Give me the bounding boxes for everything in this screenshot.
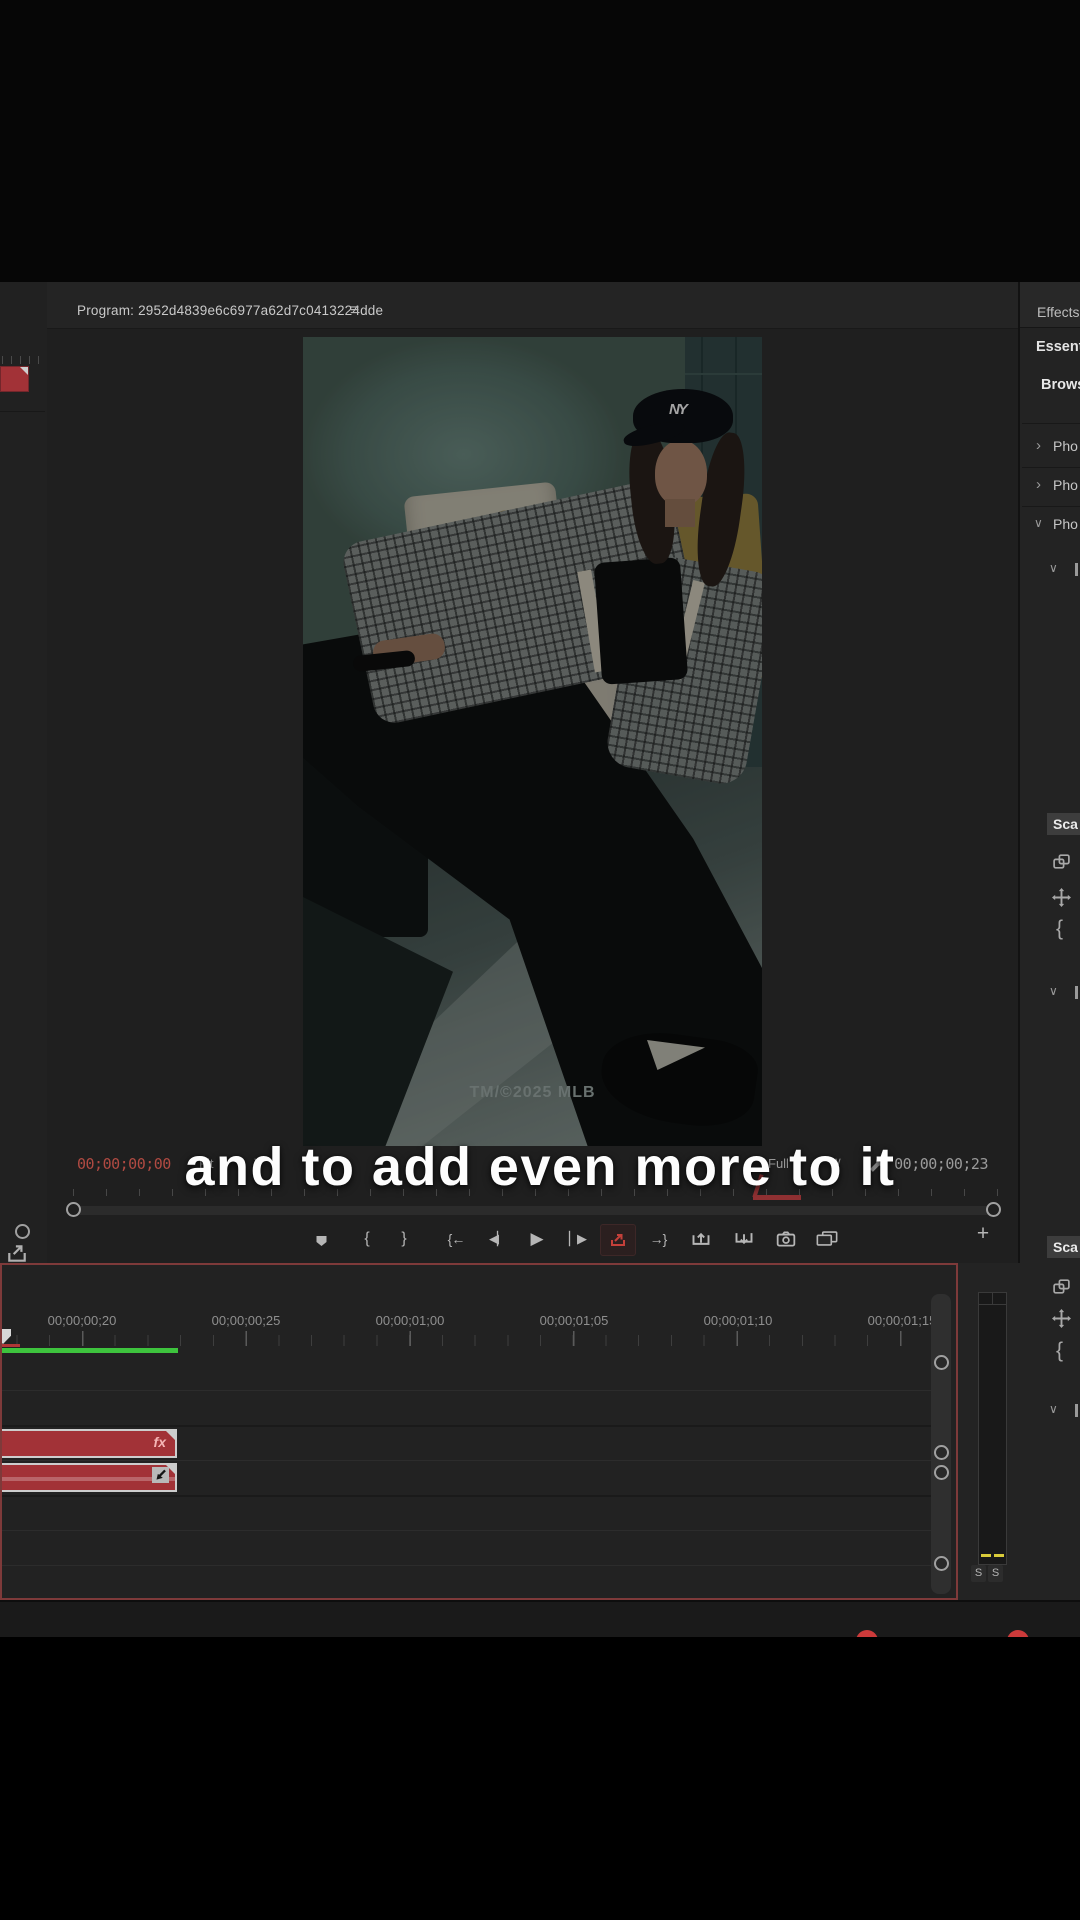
track-divider: [2, 1565, 932, 1566]
track-divider: [2, 1460, 932, 1461]
mini-ruler-ticks: [2, 356, 42, 364]
meter-header-split: [992, 1293, 993, 1304]
screen: Program: 2952d4839e6c6977a62d7c0413224dd…: [0, 0, 1080, 1920]
burned-in-caption: and to add even more to it: [0, 1136, 1080, 1198]
time-ruler-major-ticks: [2, 1331, 932, 1346]
panel-menu-icon[interactable]: ≡: [350, 302, 359, 320]
track-divider: [2, 1425, 932, 1427]
lift-button[interactable]: [691, 1231, 711, 1246]
goto-in-button[interactable]: {←: [439, 1224, 473, 1254]
monitor-zoom-bar[interactable]: [73, 1206, 1000, 1215]
video-preview: NY TM/©2025 MLB: [303, 337, 762, 1146]
essential-graphics-heading: Essentia: [1036, 339, 1080, 355]
render-bar-red: [2, 1344, 20, 1347]
mark-out-button[interactable]: }: [387, 1224, 421, 1254]
zoom-handle-left[interactable]: [66, 1202, 81, 1217]
brace-icon[interactable]: {: [1056, 1339, 1063, 1363]
step-forward-button[interactable]: ▏▶: [560, 1224, 594, 1254]
clip-fold-corner: [20, 367, 28, 375]
track-handle[interactable]: [934, 1465, 949, 1480]
track-divider: [2, 1530, 932, 1531]
timeline-clip-graphic[interactable]: fx: [0, 1429, 177, 1458]
nested-row-chevron[interactable]: ∨: [1049, 561, 1058, 575]
nested-row-label: [1075, 563, 1078, 576]
audio-meter-panel: S S: [958, 1263, 1020, 1600]
tab-effects[interactable]: Effects: [1037, 304, 1080, 320]
track-divider: [2, 1390, 932, 1391]
timeline-panel: 00;00;00;20 00;00;00;25 00;00;01;00 00;0…: [0, 1263, 958, 1600]
quick-export-button[interactable]: [600, 1224, 636, 1256]
ruler-label: 00;00;01;00: [350, 1313, 470, 1328]
export-red-icon: [609, 1232, 627, 1248]
transform-squares-icon[interactable]: [1052, 853, 1071, 870]
ruler-label: 00;00;01;05: [514, 1313, 634, 1328]
meter-level-left: [981, 1554, 991, 1557]
clip-fold-corner: [166, 1431, 175, 1440]
track-handle[interactable]: [934, 1355, 949, 1370]
goto-out-button[interactable]: →}: [641, 1224, 675, 1254]
track-divider: [2, 1495, 932, 1497]
ruler-label: 00;00;01;10: [678, 1313, 798, 1328]
scale-field[interactable]: Sca: [1047, 813, 1080, 835]
zoom-handle-right[interactable]: [986, 1202, 1001, 1217]
app-bottom-strip: [0, 1600, 1080, 1637]
scale-field[interactable]: Sca: [1047, 1236, 1080, 1258]
add-marker-button[interactable]: [313, 1233, 330, 1249]
position-move-icon[interactable]: [1052, 888, 1071, 907]
brace-icon[interactable]: {: [1056, 917, 1063, 941]
button-editor-plus[interactable]: +: [966, 1222, 1000, 1246]
nested-row-label: [1075, 1404, 1078, 1417]
clip-chip[interactable]: [0, 366, 29, 392]
audio-meter: [978, 1292, 1007, 1565]
ruler-label: 00;00;00;20: [22, 1313, 142, 1328]
tree-row-chevron[interactable]: ∨: [1034, 516, 1043, 530]
track-handle[interactable]: [934, 1556, 949, 1571]
timeline-clip-video[interactable]: [0, 1463, 177, 1492]
render-bar-green: [2, 1348, 178, 1353]
play-button[interactable]: ▶: [520, 1224, 554, 1254]
tree-row-chevron[interactable]: ›: [1036, 437, 1041, 454]
left-panel-sliver: [0, 282, 49, 1263]
letterbox-bottom: [0, 1637, 1080, 1920]
nested-row-chevron[interactable]: ∨: [1049, 984, 1058, 998]
nested-row-label: [1075, 986, 1078, 999]
tree-row-label[interactable]: Pho: [1053, 477, 1078, 493]
solo-button[interactable]: S: [988, 1565, 1003, 1582]
export-frame-icon[interactable]: [6, 1242, 28, 1264]
export-frame-camera-button[interactable]: [776, 1231, 796, 1247]
panel-divider: [1022, 506, 1080, 507]
step-back-button[interactable]: ◀▏: [480, 1224, 514, 1254]
tree-row-label[interactable]: Pho: [1053, 516, 1078, 532]
track-handle[interactable]: [934, 1445, 949, 1460]
tab-browse[interactable]: Browse: [1041, 377, 1080, 393]
ruler-label: 00;00;00;25: [186, 1313, 306, 1328]
comparison-view-button[interactable]: [816, 1231, 838, 1246]
fx-badge: fx: [154, 1434, 166, 1450]
panel-divider: [1022, 423, 1080, 424]
scrollbar-handle[interactable]: [15, 1224, 30, 1239]
position-move-icon[interactable]: [1052, 1309, 1071, 1328]
extract-button[interactable]: [734, 1231, 754, 1246]
letterbox-top: [0, 0, 1080, 282]
panel-divider: [1022, 467, 1080, 468]
nested-row-chevron[interactable]: ∨: [1049, 1402, 1058, 1416]
program-tab[interactable]: Program: 2952d4839e6c6977a62d7c0413224dd…: [77, 303, 383, 318]
panel-divider: [0, 411, 45, 412]
tree-row-label[interactable]: Pho: [1053, 438, 1078, 454]
solo-button[interactable]: S: [971, 1565, 986, 1582]
meter-level-right: [994, 1554, 1004, 1557]
transform-squares-icon[interactable]: [1052, 1278, 1071, 1295]
video-dim-overlay: [303, 337, 762, 1146]
timeline-scroll-column[interactable]: [931, 1294, 951, 1594]
tree-row-chevron[interactable]: ›: [1036, 476, 1041, 493]
clip-media-badge-icon: [152, 1467, 169, 1483]
clip-waveform-stripe: [2, 1477, 175, 1481]
mark-in-button[interactable]: {: [350, 1224, 384, 1254]
